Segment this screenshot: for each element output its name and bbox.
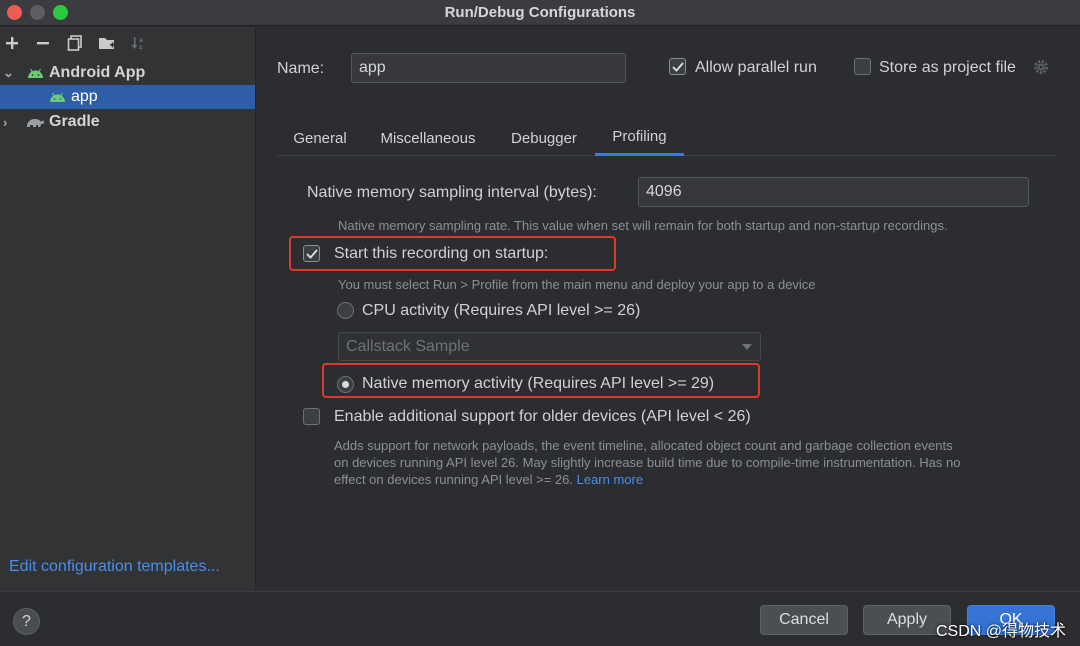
native-memory-activity-radio[interactable] <box>337 376 354 393</box>
older-devices-hint-line-1: Adds support for network payloads, the e… <box>334 438 953 453</box>
chevron-right-icon[interactable]: › <box>3 115 15 130</box>
android-icon <box>47 87 67 107</box>
tree-item-label: Android App <box>49 64 146 81</box>
title-bar: Run/Debug Configurations <box>0 0 1080 26</box>
sort-icon[interactable]: az <box>129 33 149 53</box>
cancel-button[interactable]: Cancel <box>760 605 848 635</box>
name-input[interactable]: app <box>351 53 626 83</box>
sampling-interval-input[interactable]: 4096 <box>638 177 1029 207</box>
gradle-icon <box>25 112 45 132</box>
config-tabs: General Miscellaneous Debugger Profiling <box>277 120 1056 156</box>
allow-parallel-run-label: Allow parallel run <box>695 59 817 76</box>
copy-icon[interactable] <box>65 33 85 53</box>
dialog-footer: ? Cancel Apply OK CSDN @得物技术 <box>0 591 1080 646</box>
checkmark-icon <box>671 61 684 72</box>
window-title: Run/Debug Configurations <box>444 4 636 21</box>
tab-general[interactable]: General <box>277 120 363 156</box>
chevron-down-icon <box>742 344 752 350</box>
start-recording-on-startup-label: Start this recording on startup: <box>334 245 549 262</box>
minus-icon[interactable] <box>33 33 53 53</box>
older-devices-support-checkbox[interactable] <box>303 408 320 425</box>
older-devices-hint-line-2: on devices running API level 26. May sli… <box>334 455 961 470</box>
learn-more-link[interactable]: Learn more <box>577 472 643 487</box>
svg-text:z: z <box>139 44 143 51</box>
tab-miscellaneous[interactable]: Miscellaneous <box>369 120 487 156</box>
plus-icon[interactable] <box>2 33 22 53</box>
startup-hint: You must select Run > Profile from the m… <box>338 277 816 292</box>
cpu-activity-label: CPU activity (Requires API level >= 26) <box>362 302 641 319</box>
android-icon <box>25 63 45 83</box>
cpu-trace-type-select[interactable]: Callstack Sample <box>338 332 761 361</box>
tree-item-label: Gradle <box>49 113 100 130</box>
native-memory-activity-label: Native memory activity (Requires API lev… <box>362 375 715 392</box>
watermark: CSDN @得物技术 <box>935 623 1066 640</box>
chevron-down-icon[interactable]: ⌄ <box>3 65 15 81</box>
tree-item-gradle[interactable]: › Gradle <box>0 110 255 134</box>
configurations-sidebar: az ⌄ Android App app › Gradle Edit confi… <box>0 27 256 591</box>
tree-item-app[interactable]: app <box>0 85 255 109</box>
tree-item-label: app <box>71 88 98 105</box>
gear-icon[interactable] <box>1032 58 1050 81</box>
store-as-project-file-checkbox[interactable] <box>854 58 871 75</box>
cpu-trace-type-value: Callstack Sample <box>346 337 470 355</box>
edit-configuration-templates-link[interactable]: Edit configuration templates... <box>9 558 220 576</box>
older-devices-support-label: Enable additional support for older devi… <box>334 408 751 425</box>
tree-item-android-app[interactable]: ⌄ Android App <box>0 61 255 85</box>
folder-plus-icon[interactable] <box>97 33 117 53</box>
tab-profiling[interactable]: Profiling <box>595 120 684 156</box>
allow-parallel-run-checkbox[interactable] <box>669 58 686 75</box>
checkmark-icon <box>305 248 318 259</box>
sampling-interval-hint: Native memory sampling rate. This value … <box>338 218 948 233</box>
store-as-project-file-label: Store as project file <box>879 59 1016 76</box>
configuration-panel: Name: app Allow parallel run Store as pr… <box>257 27 1080 591</box>
older-devices-hint-line-3: effect on devices running API level >= 2… <box>334 472 644 487</box>
help-button[interactable]: ? <box>13 608 40 635</box>
sampling-interval-label: Native memory sampling interval (bytes): <box>307 184 597 201</box>
cpu-activity-radio[interactable] <box>337 302 354 319</box>
tab-debugger[interactable]: Debugger <box>499 120 589 156</box>
start-recording-on-startup-checkbox[interactable] <box>303 245 320 262</box>
name-label: Name: <box>277 60 325 77</box>
sidebar-toolbar: az <box>0 27 256 59</box>
svg-text:a: a <box>139 37 143 44</box>
